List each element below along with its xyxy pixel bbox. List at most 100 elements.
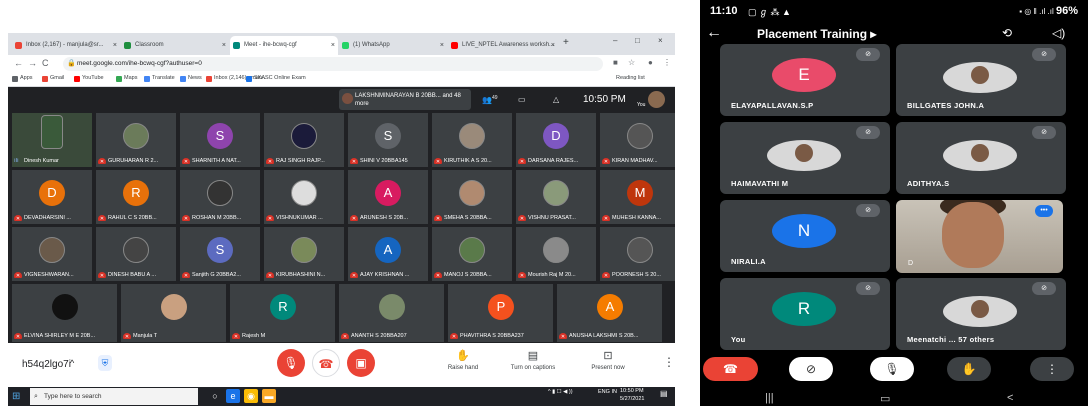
shield-icon[interactable]: ⛨: [98, 355, 112, 371]
phone-participant-tile[interactable]: ⊘ Meenatchi ... 57 others: [896, 278, 1066, 350]
home-nav-icon[interactable]: ▭: [880, 392, 890, 405]
reload-icon[interactable]: C: [42, 58, 49, 68]
back-icon[interactable]: ←: [14, 58, 23, 68]
participant-tile[interactable]: A ✕ ANUSHA LAKSHMI S 20B...: [557, 284, 662, 342]
participant-tile[interactable]: ılı Dinesh Kumar: [12, 113, 92, 167]
close-tab-icon[interactable]: ×: [222, 36, 226, 55]
meet-action-button[interactable]: ▤ Turn on captions: [498, 347, 568, 371]
taskbar-date[interactable]: 5/27/2021: [620, 396, 644, 402]
bookmark-item[interactable]: News: [180, 75, 202, 82]
participant-tile[interactable]: D ✕ DARSANA RAJES...: [516, 113, 596, 167]
participant-tile[interactable]: ✕ DINESH BABU A ...: [96, 227, 176, 281]
phone-participant-tile[interactable]: ⊘ BILLGATES JOHN.A: [896, 44, 1066, 116]
participant-tile[interactable]: A ✕ AJAY KRISHNAN ...: [348, 227, 428, 281]
more-button[interactable]: ⋮: [1030, 357, 1074, 381]
back-arrow-icon[interactable]: ←: [706, 24, 722, 42]
notifications-icon[interactable]: ▤: [660, 389, 668, 398]
meeting-title[interactable]: Placement Training ▸: [757, 27, 876, 41]
participant-tile[interactable]: ✕ MANOJ S 20BBA...: [432, 227, 512, 281]
chrome-icon[interactable]: ◉: [244, 389, 258, 403]
participant-tile[interactable]: ✕ RAJ SINGH RAJP...: [264, 113, 344, 167]
participant-tile[interactable]: R ✕ RAHUL C S 20BB...: [96, 170, 176, 224]
browser-tab[interactable]: Meet - ihe-bcwq-cgf ×: [230, 36, 338, 55]
participant-tile[interactable]: ✕ Manjula T: [121, 284, 226, 342]
participants-icon[interactable]: 👥49: [482, 95, 498, 105]
meeting-code[interactable]: h54q2lgo7i: [22, 359, 71, 370]
camera-toggle-button[interactable]: ⊘: [789, 357, 833, 381]
bookmark-item[interactable]: Apps: [12, 75, 33, 82]
reading-list[interactable]: Reading list: [608, 75, 645, 81]
participant-tile[interactable]: ✕ VIGNESHWARAN...: [12, 227, 92, 281]
profile-avatar[interactable]: ●: [648, 58, 653, 67]
minimize-icon[interactable]: –: [613, 36, 617, 45]
participant-tile[interactable]: S ✕ SHINI V 20BBA145: [348, 113, 428, 167]
meet-action-button[interactable]: ⊡ Present now: [573, 347, 643, 371]
participant-tile[interactable]: S ✕ SHARNITH A NAT...: [180, 113, 260, 167]
phone-participant-tile[interactable]: ⊘ HAIMAVATHI M: [720, 122, 890, 194]
url-input[interactable]: 🔒 meet.google.com/ihe-bcwq-cgf?authuser=…: [63, 57, 603, 71]
windows-start-icon[interactable]: ⊞: [12, 391, 20, 402]
more-options-icon[interactable]: ⋮: [663, 355, 675, 369]
close-window-icon[interactable]: ×: [658, 36, 663, 45]
participant-tile[interactable]: R ✕ Rajesh M: [230, 284, 335, 342]
maximize-icon[interactable]: □: [635, 36, 640, 45]
participant-tile[interactable]: ✕ KIRUTHIK A S 20...: [432, 113, 512, 167]
activities-icon[interactable]: △: [553, 95, 559, 104]
participant-tile[interactable]: D ✕ DEVADHARSINI ...: [12, 170, 92, 224]
participant-tile[interactable]: ✕ KIRAN MADHAV...: [600, 113, 675, 167]
browser-tab[interactable]: LIVE_NPTEL Awareness worksh... ×: [448, 36, 558, 55]
close-tab-icon[interactable]: ×: [440, 36, 444, 55]
lang-indicator[interactable]: ENG IN: [598, 389, 617, 396]
new-tab-icon[interactable]: +: [563, 37, 569, 48]
speaker-icon[interactable]: ◁): [1052, 26, 1065, 40]
participant-tile[interactable]: ✕ SMEHA S 20BBA...: [432, 170, 512, 224]
taskbar-time[interactable]: 10:50 PM: [620, 388, 644, 394]
bookmark-item[interactable]: Translate: [144, 75, 175, 82]
browser-tab[interactable]: (1) WhatsApp ×: [339, 36, 447, 55]
active-video-tile[interactable]: ••• D: [896, 200, 1063, 273]
task-view-icon[interactable]: ○: [208, 389, 222, 403]
system-tray-icons[interactable]: ^ ▮ ☐ ◀ )): [548, 389, 573, 395]
participant-tile[interactable]: ✕ VISHNUKUMAR ...: [264, 170, 344, 224]
bookmark-item[interactable]: YouTube: [74, 75, 104, 82]
phone-participant-tile[interactable]: N ⊘ NIRALI.A: [720, 200, 890, 272]
participant-tile[interactable]: P ✕ PHAVITHRA S 20BBA237: [448, 284, 553, 342]
browser-tab[interactable]: Classroom ×: [121, 36, 229, 55]
star-icon[interactable]: ☆: [628, 58, 635, 67]
end-call-button[interactable]: ☎: [703, 357, 758, 381]
participant-tile[interactable]: A ✕ ARUNESH S 20B...: [348, 170, 428, 224]
participant-tile[interactable]: M ✕ MUHESH KANNA...: [600, 170, 675, 224]
forward-icon[interactable]: →: [28, 58, 37, 68]
phone-participant-tile[interactable]: R ⊘ You: [720, 278, 890, 350]
recents-nav-icon[interactable]: |||: [765, 392, 774, 404]
chat-icon[interactable]: ▭: [518, 95, 526, 104]
close-tab-icon[interactable]: ×: [331, 36, 335, 55]
participant-tile[interactable]: ✕ ANANTH S 20BBA207: [339, 284, 444, 342]
menu-icon[interactable]: ⋮: [663, 58, 671, 67]
camera-off-button[interactable]: ▣: [347, 349, 375, 377]
browser-tab[interactable]: Inbox (2,167) - manjula@sr... ×: [12, 36, 120, 55]
close-tab-icon[interactable]: ×: [551, 36, 555, 55]
bookmark-item[interactable]: Gmail: [42, 75, 64, 82]
chevron-up-icon[interactable]: ^: [70, 358, 74, 368]
close-tab-icon[interactable]: ×: [113, 36, 117, 55]
participant-tile[interactable]: ✕ KIRUBHASHINI N...: [264, 227, 344, 281]
bookmark-item[interactable]: Maps: [116, 75, 137, 82]
participant-tile[interactable]: ✕ ROSHAN M 20BB...: [180, 170, 260, 224]
participant-tile[interactable]: ✕ POORNESH S 20...: [600, 227, 675, 281]
taskbar-search[interactable]: ⌕ Type here to search: [30, 388, 198, 405]
mic-off-button[interactable]: 🎙: [277, 349, 305, 377]
camera-indicator-icon[interactable]: ■: [613, 58, 618, 67]
bookmark-item[interactable]: SKASC Online Exam: [246, 75, 306, 82]
mic-toggle-button[interactable]: 🎙: [870, 357, 914, 381]
raise-hand-button[interactable]: ✋: [947, 357, 991, 381]
switch-camera-icon[interactable]: ⟲: [1002, 26, 1012, 40]
edge-icon[interactable]: e: [226, 389, 240, 403]
phone-participant-tile[interactable]: E ⊘ ELAYAPALLAVAN.S.P: [720, 44, 890, 116]
participant-tile[interactable]: ✕ VISHNU PRASAT...: [516, 170, 596, 224]
leave-call-button[interactable]: ☎: [312, 349, 340, 377]
participant-tile[interactable]: S ✕ Sanjith G 20BBA2...: [180, 227, 260, 281]
participant-tile[interactable]: ✕ GURUHARAN R 2...: [96, 113, 176, 167]
meet-action-button[interactable]: ✋ Raise hand: [428, 347, 498, 371]
back-nav-icon[interactable]: <: [1007, 392, 1013, 404]
